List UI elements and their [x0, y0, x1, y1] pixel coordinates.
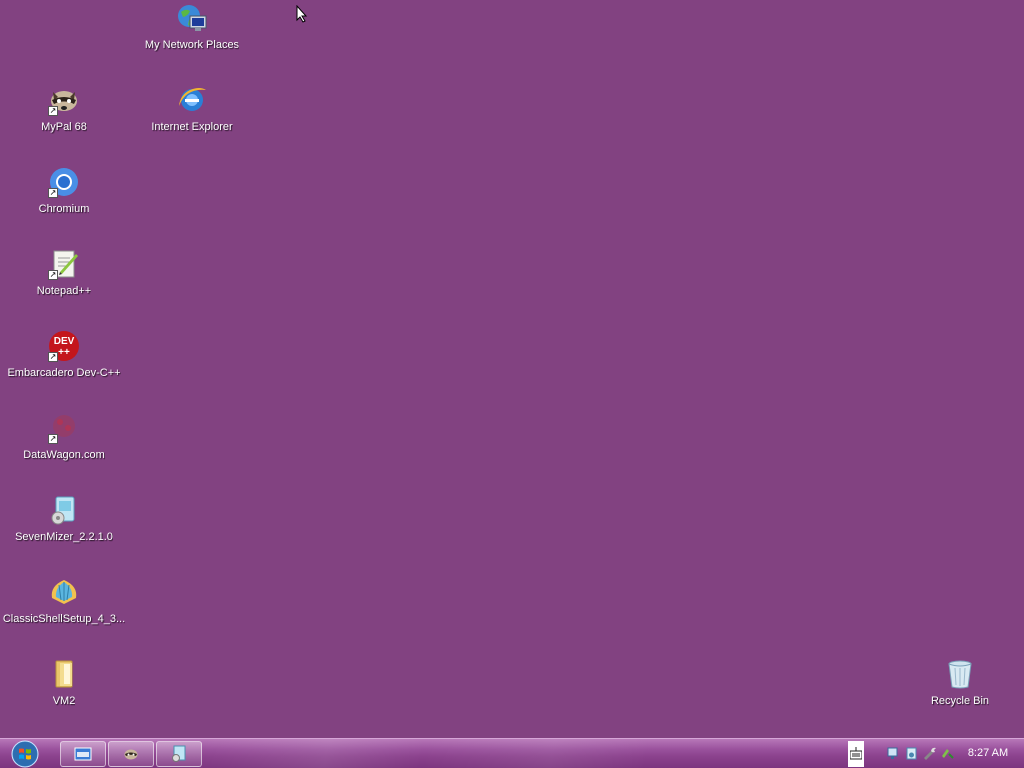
mypal-raccoon-icon	[124, 749, 138, 760]
desktop-icon-label: Notepad++	[36, 285, 92, 297]
desktop-icon-label: DataWagon.com	[23, 449, 105, 461]
windows-start-orb-icon	[11, 740, 39, 768]
desktop-icon-mypal-68[interactable]: ↗ MyPal 68	[0, 82, 128, 154]
shortcut-arrow-icon: ↗	[48, 270, 58, 280]
network-icon	[887, 747, 898, 759]
mouse-cursor-icon	[296, 4, 308, 28]
taskbar: 8:27 AM	[0, 738, 1024, 768]
shortcut-arrow-icon: ↗	[48, 106, 58, 116]
desktop-icon-vm2-folder[interactable]: VM2	[0, 656, 128, 728]
taskbar-button-mypal[interactable]	[108, 741, 154, 767]
sevenmizer-installer-icon	[48, 494, 80, 526]
folder-icon	[48, 658, 80, 690]
taskbar-button-installer[interactable]	[156, 741, 202, 767]
desktop-icon-label: Embarcadero Dev-C++	[7, 367, 121, 379]
desktop: My Network Places ↗ MyPal 68 Internet Ex…	[0, 0, 1024, 738]
desktop-icon-label: Recycle Bin	[930, 695, 990, 707]
desktop-icon-label: Internet Explorer	[151, 121, 233, 133]
recycle-bin-icon	[944, 658, 976, 690]
volume-icon	[906, 747, 917, 760]
chromium-icon: ↗	[48, 166, 80, 198]
desktop-icon-datawagon[interactable]: ↗ DataWagon.com	[0, 410, 128, 482]
svg-text:DEV: DEV	[54, 336, 75, 347]
desktop-icon-internet-explorer[interactable]: Internet Explorer	[128, 82, 256, 154]
desktop-icon-sevenmizer[interactable]: SevenMizer_2.2.1.0	[0, 492, 128, 564]
tray-volume[interactable]	[904, 746, 919, 761]
desktop-icon-label: ClassicShellSetup_4_3...	[2, 613, 126, 625]
desktop-icon-embarcadero-dev-cpp[interactable]: DEV ++ ↗ Embarcadero Dev-C++	[0, 328, 128, 400]
svg-text:++: ++	[58, 347, 70, 358]
tray-clock[interactable]: 8:27 AM	[962, 747, 1014, 759]
tray-network[interactable]	[886, 746, 901, 761]
classic-shell-icon	[48, 576, 80, 608]
tray-tool[interactable]	[922, 746, 937, 761]
shortcut-arrow-icon: ↗	[48, 434, 58, 444]
desktop-icon-recycle-bin[interactable]: Recycle Bin	[896, 656, 1024, 728]
tray-on-screen-keyboard[interactable]	[848, 741, 864, 767]
tool-icon	[924, 747, 936, 760]
network-places-icon	[176, 2, 208, 34]
dev-cpp-icon: DEV ++ ↗	[48, 330, 80, 362]
start-button[interactable]	[8, 739, 42, 768]
safe-remove-icon	[942, 749, 954, 759]
desktop-icon-label: My Network Places	[144, 39, 240, 51]
desktop-icon-classic-shell-setup[interactable]: ClassicShellSetup_4_3...	[0, 574, 128, 646]
shortcut-arrow-icon: ↗	[48, 352, 58, 362]
desktop-icon-label: MyPal 68	[41, 121, 87, 133]
keyboard-window-icon	[74, 747, 92, 761]
installer-window-icon	[172, 745, 186, 762]
desktop-icon-chromium[interactable]: ↗ Chromium	[0, 164, 128, 236]
desktop-icon-my-network-places[interactable]: My Network Places	[128, 0, 256, 72]
desktop-icon-label: VM2	[52, 695, 76, 707]
tray-safe-remove[interactable]	[940, 746, 955, 761]
taskbar-button-keyboard-window[interactable]	[60, 741, 106, 767]
internet-explorer-icon	[176, 84, 208, 116]
datawagon-icon: ↗	[48, 412, 80, 444]
desktop-icon-notepad-plus-plus[interactable]: ↗ Notepad++	[0, 246, 128, 318]
on-screen-keyboard-icon	[850, 747, 862, 760]
mypal-raccoon-icon: ↗	[48, 84, 80, 116]
desktop-icon-label: Chromium	[38, 203, 90, 215]
notepad-plus-plus-icon: ↗	[48, 248, 80, 280]
desktop-icon-label: SevenMizer_2.2.1.0	[15, 531, 113, 543]
shortcut-arrow-icon: ↗	[48, 188, 58, 198]
